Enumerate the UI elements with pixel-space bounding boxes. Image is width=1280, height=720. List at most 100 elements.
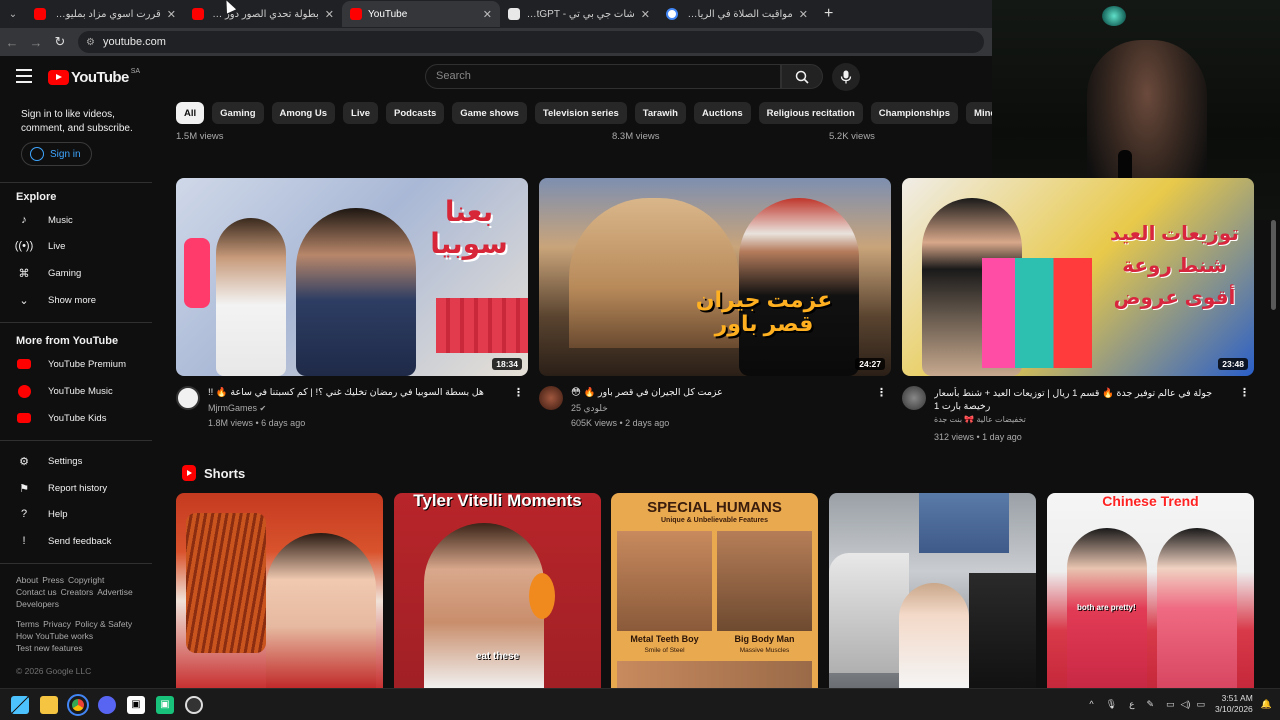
close-tab-icon[interactable]: ✕ (325, 8, 334, 21)
new-tab-icon[interactable]: + (816, 5, 841, 23)
sidebar-item-music[interactable]: ♪ Music (16, 210, 146, 230)
search-input[interactable]: Search (425, 64, 781, 89)
battery-icon[interactable]: ▭ (1196, 699, 1205, 710)
sidebar-item-help[interactable]: ? Help (16, 504, 146, 524)
chip-all[interactable]: All (176, 102, 205, 124)
youtube-logo[interactable]: YouTube SA (48, 68, 140, 86)
tab-search-icon[interactable]: ⌄ (0, 1, 26, 27)
clock[interactable]: 3:51 AM 3/10/2026 (1215, 693, 1253, 715)
footer-link[interactable]: Privacy (43, 619, 71, 629)
sidebar-item-youtube-music[interactable]: YouTube Music (16, 381, 146, 401)
video-thumbnail[interactable]: عزمت جيران قصر باور 24:27 (539, 178, 891, 376)
browser-tab[interactable]: شات جي بي تي - ChatGPT ✕ (500, 1, 658, 27)
short-card[interactable]: SPECIAL HUMANS Unique & Unbelievable Fea… (611, 493, 818, 689)
browser-tab-active[interactable]: YouTube ✕ (342, 1, 500, 27)
chip-championships[interactable]: Championships (870, 102, 959, 124)
short-noodles (186, 513, 266, 653)
site-info-icon[interactable]: ⚙ (86, 37, 95, 48)
voice-search-button[interactable] (832, 63, 860, 91)
sidebar-item-settings[interactable]: ⚙ Settings (16, 451, 146, 471)
chip-among-us[interactable]: Among Us (271, 102, 336, 124)
chip-tarawih[interactable]: Tarawih (634, 102, 686, 124)
menu-icon[interactable] (16, 69, 32, 83)
channel-name[interactable]: MjrmGames ✔ (208, 403, 266, 413)
video-title[interactable]: جولة في عالم توفير جدة 🔥 قسم 1 ريال | تو… (934, 387, 1234, 413)
browser-tab[interactable]: مواقيت الصلاة في الرياض - بحث ✕ (658, 1, 816, 27)
chip-live[interactable]: Live (343, 102, 379, 124)
footer-link[interactable]: Press (42, 575, 64, 585)
network-icon[interactable]: ▭ (1166, 699, 1175, 710)
footer-link[interactable]: Contact us (16, 587, 57, 597)
chrome-icon[interactable] (67, 693, 89, 716)
sidebar-item-gaming[interactable]: ⌘ Gaming (16, 263, 146, 283)
url-field[interactable]: ⚙ youtube.com (78, 31, 984, 53)
more-actions-icon[interactable]: ⋮ (876, 386, 887, 399)
channel-avatar[interactable] (902, 386, 926, 410)
video-card[interactable]: بعنا سوبيا 18:34 هل بسطة السوبيا في رمضا… (176, 178, 528, 446)
footer-link[interactable]: Terms (16, 619, 39, 629)
keyboard-language[interactable]: ع (1129, 699, 1134, 710)
capcut-icon[interactable]: ▣ (127, 695, 145, 714)
chip-podcasts[interactable]: Podcasts (386, 102, 445, 124)
footer-link[interactable]: Creators (61, 587, 94, 597)
footer-link[interactable]: How YouTube works (16, 631, 93, 641)
tray-pen-icon[interactable]: ✎ (1146, 699, 1154, 710)
forward-icon[interactable]: → (24, 35, 48, 50)
sidebar-item-live[interactable]: ((•)) Live (15, 236, 146, 256)
page-scrollbar[interactable] (1271, 220, 1276, 310)
file-explorer-icon[interactable] (40, 695, 58, 714)
video-title[interactable]: هل بسطة السوبيا في رمضان تخليك غني ؟! | … (208, 387, 508, 398)
sidebar-item-report-history[interactable]: ⚑ Report history (16, 478, 146, 498)
volume-icon[interactable]: ◁) (1181, 699, 1191, 710)
obs-icon[interactable] (185, 695, 203, 714)
chip-auctions[interactable]: Auctions (693, 102, 751, 124)
footer-link[interactable]: Test new features (16, 643, 83, 653)
close-tab-icon[interactable]: ✕ (799, 8, 808, 21)
video-thumbnail[interactable]: بعنا سوبيا 18:34 (176, 178, 528, 376)
windows-start-icon[interactable] (11, 695, 29, 714)
video-title[interactable]: عزمت كل الجيران في قصر باور 🔥 😳 (571, 387, 871, 398)
footer-link[interactable]: Copyright (68, 575, 104, 585)
chip-religious-recitation[interactable]: Religious recitation (758, 102, 863, 124)
notification-icon[interactable]: 🔔 (1261, 699, 1272, 710)
channel-name[interactable]: خلودي 25 (571, 403, 608, 414)
footer-link[interactable]: Policy & Safety (75, 619, 132, 629)
chip-gaming[interactable]: Gaming (212, 102, 264, 124)
short-card[interactable]: Chinese Trend both are pretty! (1047, 493, 1254, 689)
search-button[interactable] (781, 64, 823, 89)
footer-link[interactable]: Developers (16, 599, 59, 609)
tray-mic-icon[interactable]: 🎙 (1106, 699, 1117, 710)
sidebar-item-youtube-kids[interactable]: YouTube Kids (16, 408, 146, 428)
video-card[interactable]: توزيعات العيد شنط روعة أقوى عروض 23:48 ج… (902, 178, 1254, 446)
short-card[interactable]: Tyler Vitelli Moments eat these (394, 493, 601, 689)
sidebar-item-show-more[interactable]: ⌄ Show more (16, 290, 146, 310)
app-icon[interactable]: ▣ (156, 695, 174, 714)
short-card[interactable] (829, 493, 1036, 689)
sidebar-item-send-feedback[interactable]: ! Send feedback (16, 531, 146, 551)
video-card[interactable]: عزمت جيران قصر باور 24:27 عزمت كل الجيرا… (539, 178, 891, 446)
video-duration: 23:48 (1218, 358, 1248, 370)
short-card[interactable] (176, 493, 383, 689)
browser-tab[interactable]: بطولة تحدي الصور دور ال 🌙 ✕ (184, 1, 342, 27)
close-tab-icon[interactable]: ✕ (641, 8, 650, 21)
more-actions-icon[interactable]: ⋮ (513, 386, 524, 399)
chip-game-shows[interactable]: Game shows (452, 102, 527, 124)
discord-icon[interactable] (98, 695, 116, 714)
channel-avatar[interactable] (539, 386, 563, 410)
sidebar-item-youtube-premium[interactable]: YouTube Premium (16, 354, 146, 374)
browser-tab[interactable]: قررت اسوي مزاد بمليون ريال 😳 ✕ (26, 1, 184, 27)
more-actions-icon[interactable]: ⋮ (1239, 386, 1250, 399)
tray-chevron-icon[interactable]: ^ (1089, 699, 1093, 709)
reload-icon[interactable]: ↻ (48, 34, 72, 50)
channel-avatar[interactable] (176, 386, 200, 410)
video-thumbnail[interactable]: توزيعات العيد شنط روعة أقوى عروض 23:48 (902, 178, 1254, 376)
close-tab-icon[interactable]: ✕ (167, 8, 176, 21)
footer-link[interactable]: Advertise (97, 587, 132, 597)
chip-minecraft[interactable]: Minecraft (966, 102, 992, 124)
chip-television-series[interactable]: Television series (534, 102, 627, 124)
footer-link[interactable]: About (16, 575, 38, 585)
channel-name[interactable]: تخفيضات عالية 🎀 بنت جدة (934, 415, 1026, 424)
signin-button[interactable]: Sign in (21, 142, 92, 166)
close-tab-icon[interactable]: ✕ (483, 8, 492, 21)
back-icon[interactable]: ← (0, 35, 24, 50)
